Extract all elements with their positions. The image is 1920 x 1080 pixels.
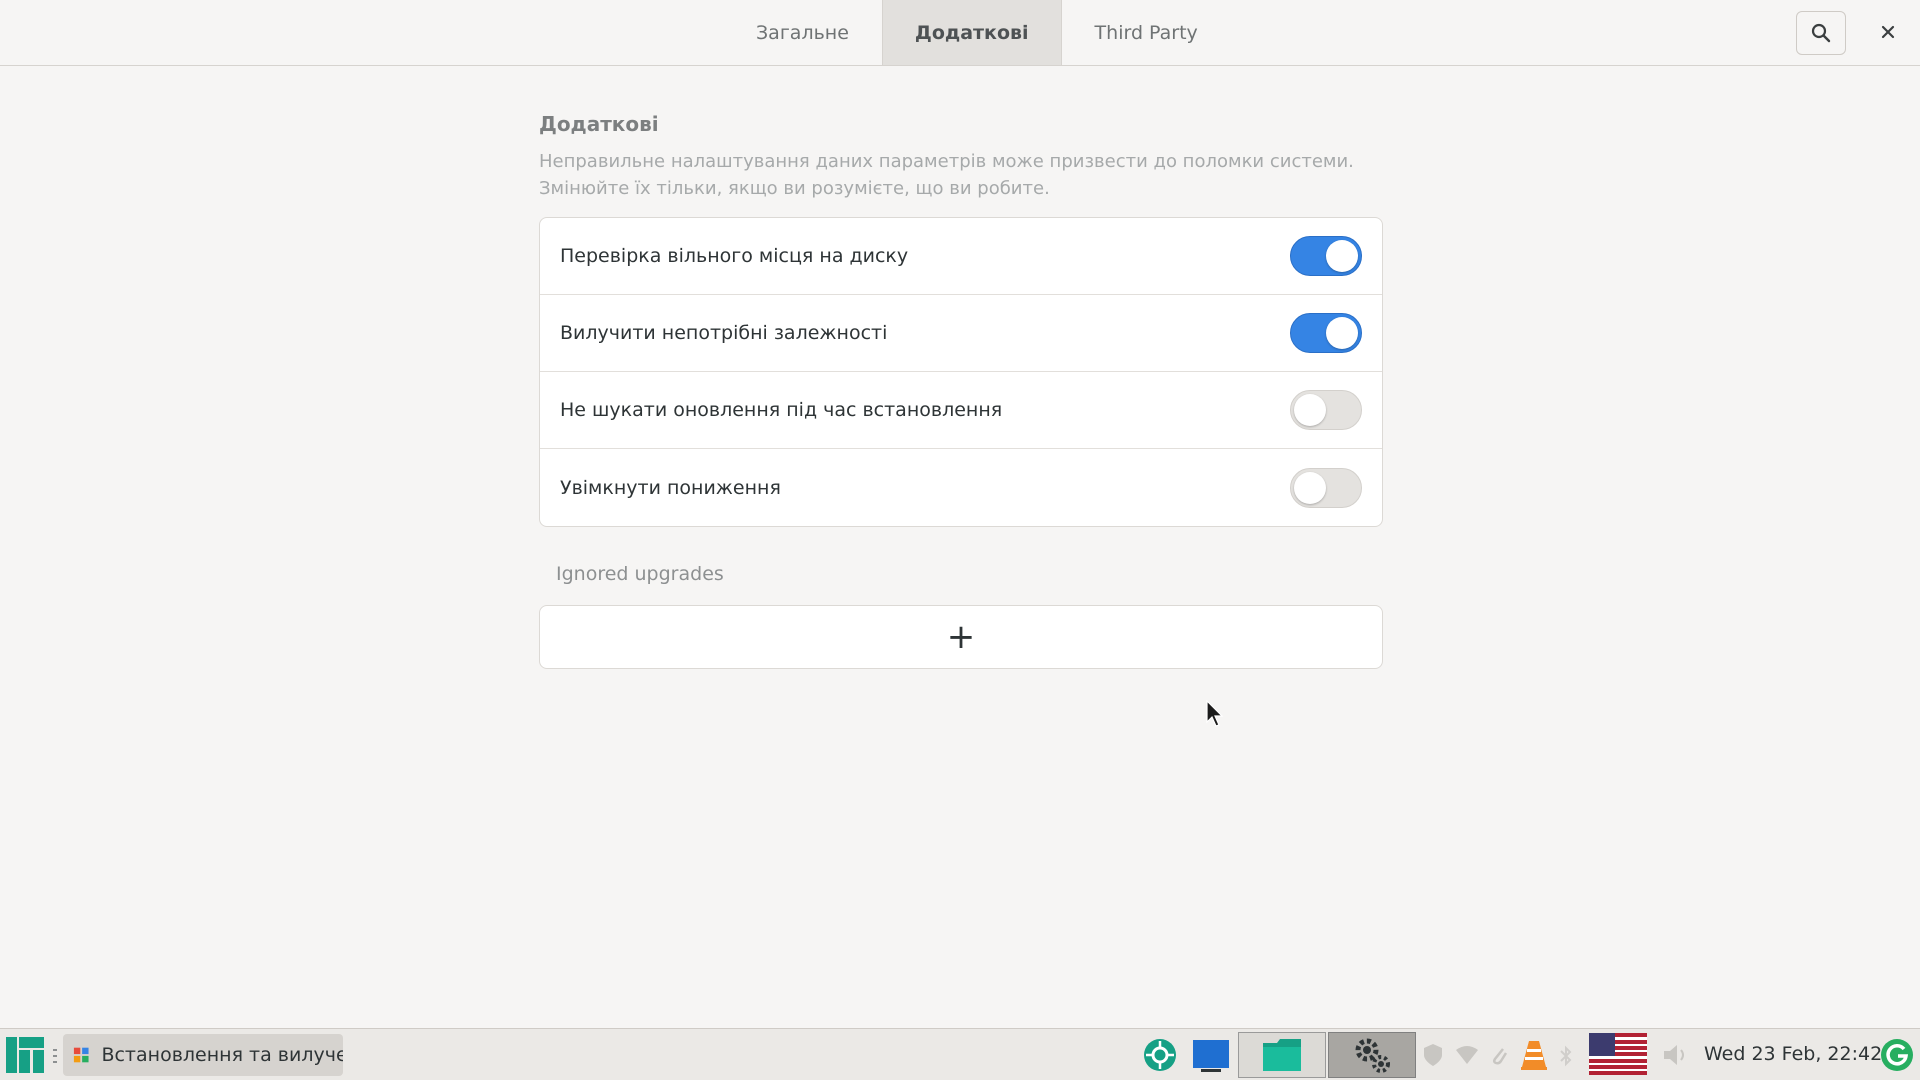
section-description: Неправильне налаштування даних параметрі…	[539, 148, 1399, 202]
ignored-upgrades-label: Ignored upgrades	[556, 563, 724, 585]
setting-label: Увімкнути пониження	[560, 476, 781, 499]
description-line-2: Змінюйте їх тільки, якщо ви розумієте, щ…	[539, 178, 1050, 199]
remove-orphans-toggle[interactable]	[1290, 313, 1362, 353]
search-button[interactable]	[1796, 11, 1846, 55]
clipboard-icon[interactable]	[1488, 1043, 1508, 1067]
taskbar: Встановлення та вилуче... Wed 23 Feb, 22…	[0, 1028, 1920, 1080]
network-connect-icon[interactable]	[1142, 1037, 1178, 1073]
setting-row-remove-orphans: Вилучити непотрібні залежності	[540, 295, 1382, 372]
file-manager-launcher[interactable]	[1238, 1032, 1326, 1078]
setting-label: Не шукати оновлення під час встановлення	[560, 399, 1003, 421]
search-icon	[1811, 23, 1831, 43]
description-line-1: Неправильне налаштування даних параметрі…	[539, 151, 1354, 172]
tab-bar: Загальне Додаткові Third Party	[723, 0, 1231, 65]
close-button[interactable]	[1868, 12, 1908, 52]
tab-advanced[interactable]: Додаткові	[881, 0, 1062, 65]
bluetooth-icon[interactable]	[1558, 1045, 1574, 1067]
taskbar-clock[interactable]: Wed 23 Feb, 22:42	[1704, 1043, 1882, 1065]
setting-row-no-update-hide: Не шукати оновлення під час встановлення	[540, 372, 1382, 449]
mouse-pointer-icon	[1206, 700, 1224, 727]
keyboard-layout-us-flag-icon[interactable]	[1589, 1033, 1647, 1075]
update-notifier-icon[interactable]	[1880, 1038, 1914, 1072]
setting-row-check-disk-space: Перевірка вільного місця на диску	[540, 218, 1382, 295]
no-update-check-toggle[interactable]	[1290, 390, 1362, 430]
enable-downgrade-toggle[interactable]	[1290, 467, 1362, 508]
vlc-icon[interactable]	[1520, 1039, 1548, 1071]
panel-grip-icon	[53, 1049, 57, 1063]
taskbar-window-button[interactable]: Встановлення та вилуче...	[63, 1034, 343, 1076]
manjaro-logo-icon	[6, 1037, 44, 1073]
volume-muted-icon[interactable]	[1662, 1042, 1690, 1068]
plus-icon: +	[946, 617, 976, 657]
close-icon	[1881, 25, 1895, 39]
folder-icon	[1263, 1039, 1301, 1071]
section-title: Додаткові	[539, 112, 659, 136]
tab-general[interactable]: Загальне	[723, 0, 882, 65]
software-manager-icon	[73, 1047, 89, 1063]
setting-label: Вилучити непотрібні залежності	[560, 322, 888, 344]
tab-third-party[interactable]: Third Party	[1062, 0, 1231, 65]
setting-row-enable-downgrade: Увімкнути пониження	[540, 449, 1382, 526]
toggle-knob	[1326, 317, 1358, 349]
setting-label: Перевірка вільного місця на диску	[560, 245, 909, 267]
toggle-knob	[1326, 240, 1358, 272]
taskbar-window-title: Встановлення та вилуче...	[101, 1044, 343, 1066]
wifi-icon[interactable]	[1455, 1045, 1479, 1065]
desktop-icon[interactable]	[1192, 1039, 1230, 1073]
settings-launcher[interactable]	[1328, 1032, 1416, 1078]
advanced-settings-list: Перевірка вільного місця на диску Вилучи…	[539, 217, 1383, 527]
check-disk-space-toggle[interactable]	[1290, 236, 1362, 276]
security-shield-icon[interactable]	[1422, 1043, 1444, 1067]
header-bar: Загальне Додаткові Third Party	[0, 0, 1920, 66]
gear-icon	[1355, 1038, 1390, 1073]
toggle-knob	[1294, 394, 1326, 426]
add-ignored-upgrade-button[interactable]: +	[539, 605, 1383, 669]
manjaro-menu-button[interactable]	[4, 1035, 46, 1075]
toggle-knob	[1294, 471, 1326, 504]
